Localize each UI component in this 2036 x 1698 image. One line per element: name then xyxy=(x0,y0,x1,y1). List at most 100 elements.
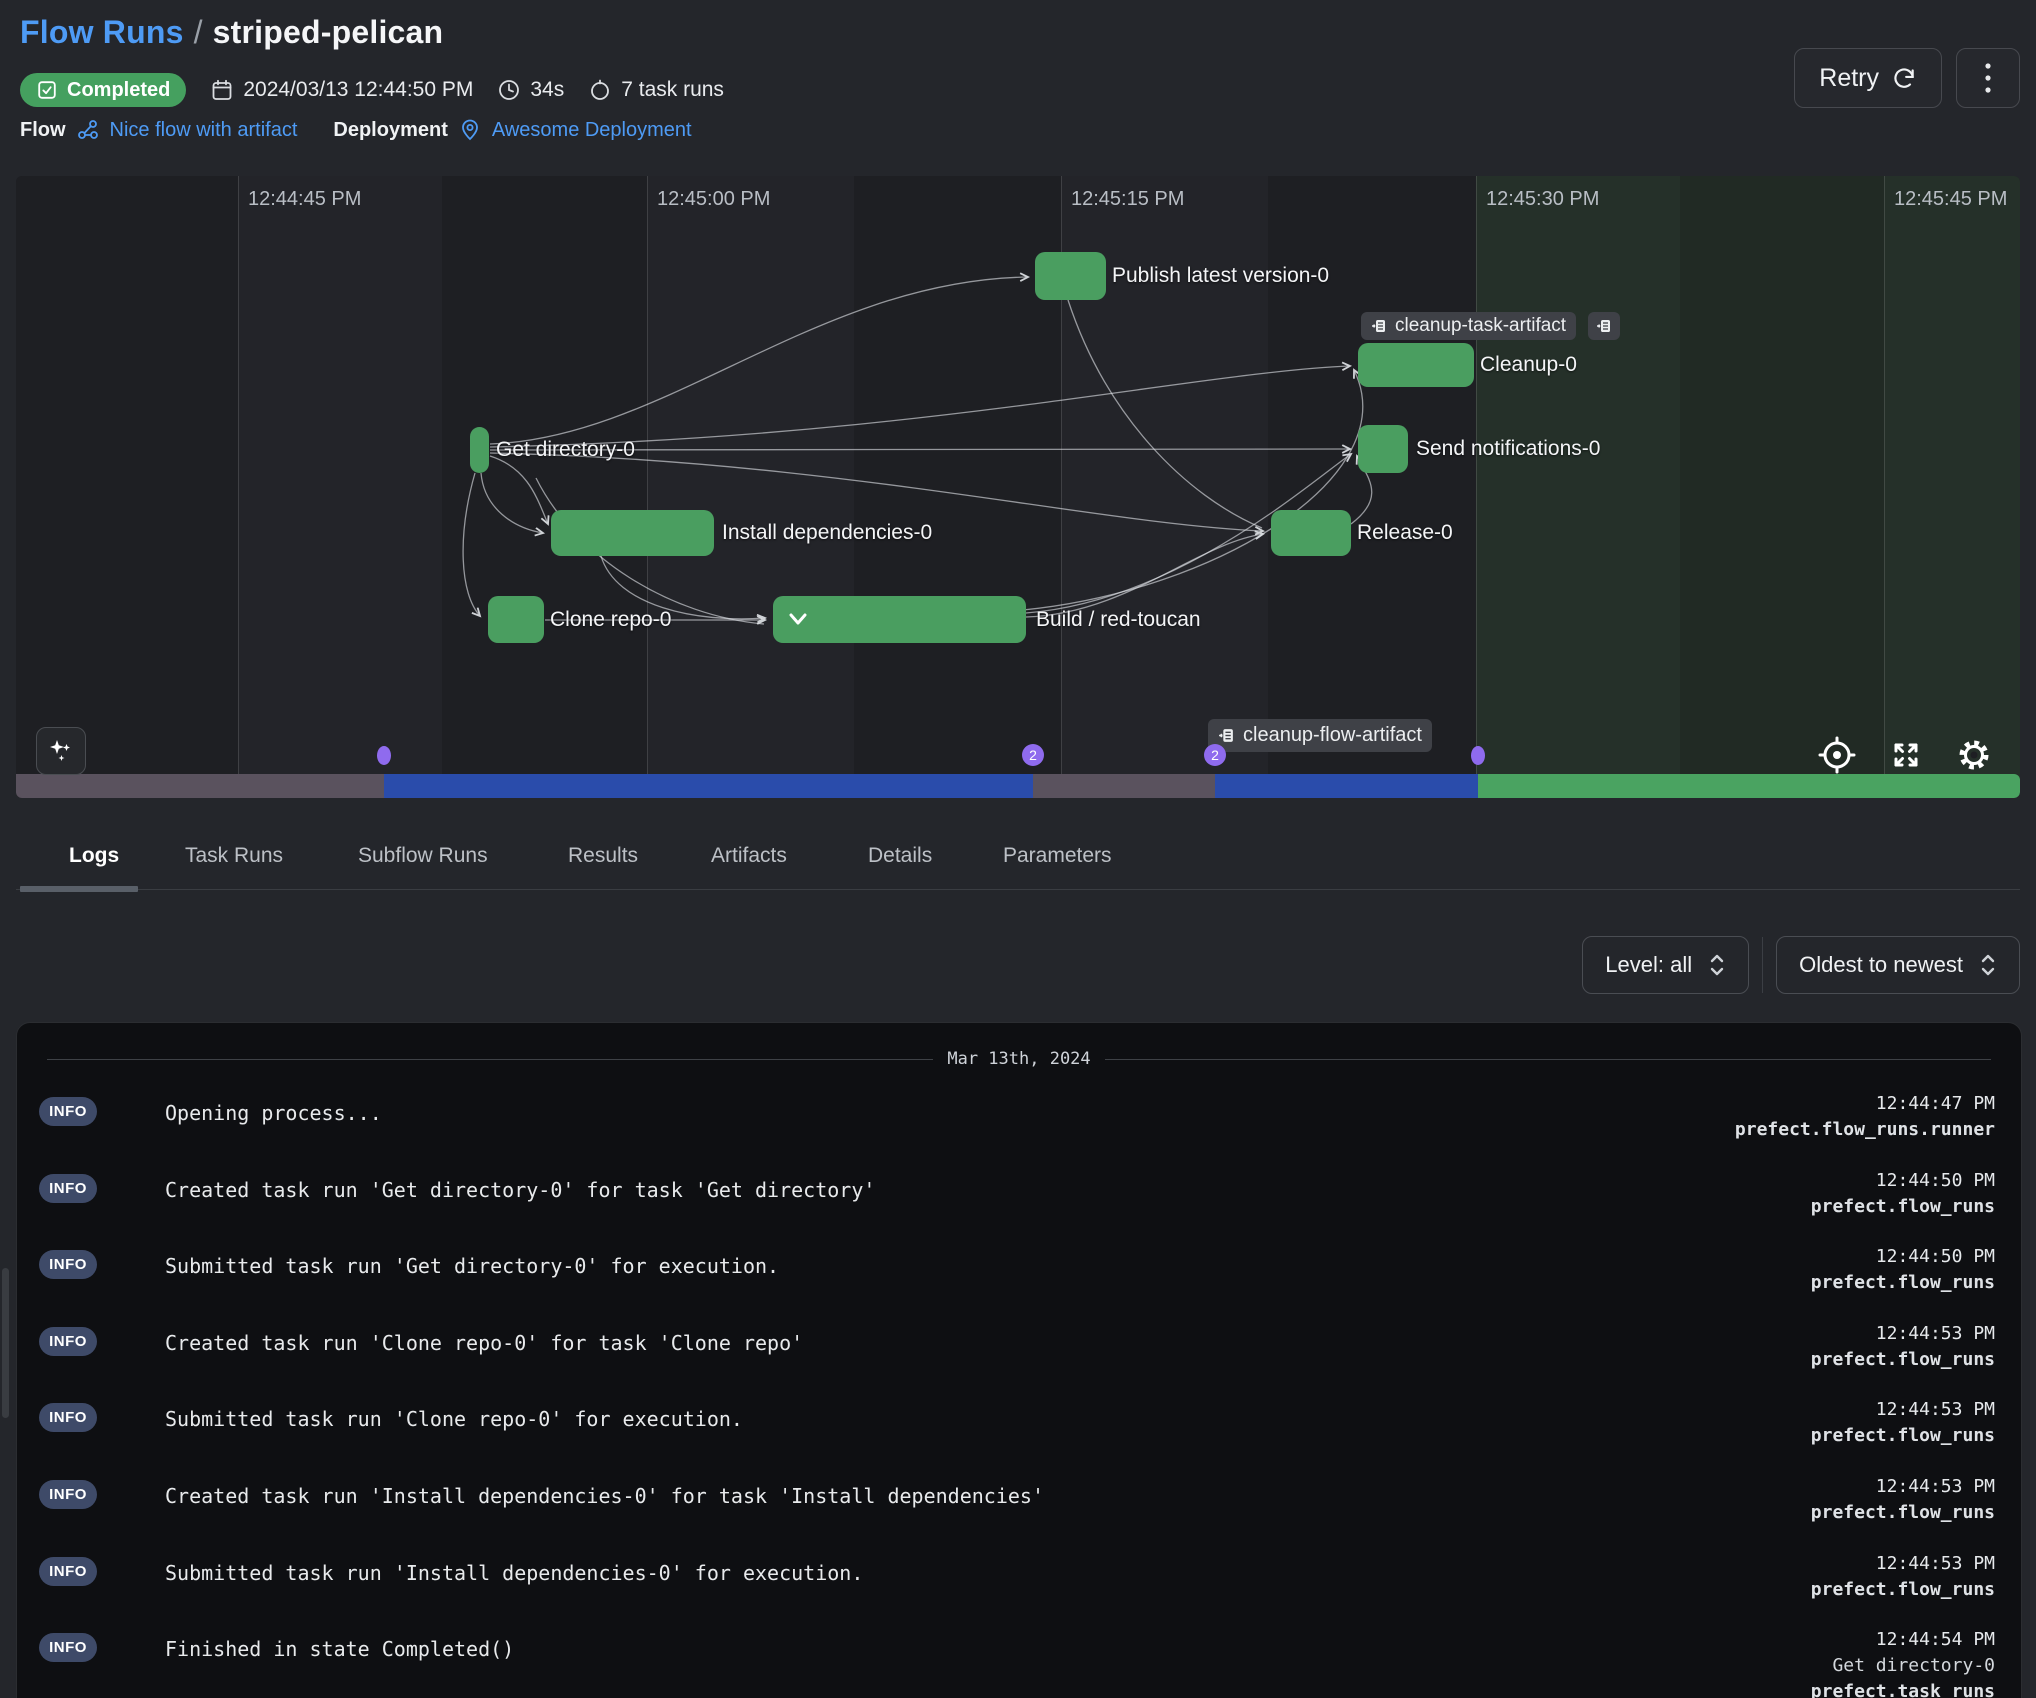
retry-label: Retry xyxy=(1819,64,1879,93)
clock-icon xyxy=(497,78,521,102)
log-message: Opening process... xyxy=(165,1101,382,1125)
tab-parameters[interactable]: Parameters xyxy=(1003,844,1112,868)
chevron-updown-icon xyxy=(1979,952,1997,978)
filters-divider xyxy=(1762,937,1763,993)
log-level-badge: INFO xyxy=(39,1633,97,1662)
log-time: 12:44:50 PM xyxy=(1876,1246,1995,1267)
log-message: Finished in state Completed() xyxy=(165,1637,514,1661)
breadcrumb-flow-runs-link[interactable]: Flow Runs xyxy=(20,14,184,50)
log-logger: prefect.flow_runs.runner xyxy=(1735,1119,1995,1140)
artifact-marker-dot[interactable] xyxy=(1471,746,1485,765)
log-message: Submitted task run 'Clone repo-0' for ex… xyxy=(165,1407,743,1431)
task-node-publish-latest-version[interactable] xyxy=(1035,252,1106,300)
status-label: Completed xyxy=(67,79,170,102)
log-message: Submitted task run 'Get directory-0' for… xyxy=(165,1254,779,1278)
tab-artifacts[interactable]: Artifacts xyxy=(711,844,787,868)
run-meta-row: Completed 2024/03/13 12:44:50 PM 34s xyxy=(20,72,724,108)
log-row: INFO Submitted task run 'Clone repo-0' f… xyxy=(17,1403,2021,1480)
log-logger: prefect.flow_runs xyxy=(1811,1425,1995,1446)
task-runs-icon xyxy=(588,78,612,102)
log-time: 12:44:53 PM xyxy=(1876,1476,1995,1497)
log-time: 12:44:50 PM xyxy=(1876,1170,1995,1191)
log-row: INFO Submitted task run 'Get directory-0… xyxy=(17,1250,2021,1327)
task-node-release[interactable] xyxy=(1271,510,1351,556)
tab-results[interactable]: Results xyxy=(568,844,638,868)
retry-button[interactable]: Retry xyxy=(1794,48,1942,108)
task-node-label: Release-0 xyxy=(1357,521,1453,545)
log-level-badge: INFO xyxy=(39,1480,97,1509)
page-scrollbar[interactable] xyxy=(2,1268,9,1418)
log-level-badge: INFO xyxy=(39,1097,97,1126)
log-row: INFO Created task run 'Clone repo-0' for… xyxy=(17,1327,2021,1404)
log-row: INFO Finished in state Completed() 12:44… xyxy=(17,1633,2021,1698)
timeline-scrubber[interactable] xyxy=(16,774,2020,798)
task-node-label: Cleanup-0 xyxy=(1480,353,1577,377)
fullscreen-icon[interactable] xyxy=(1884,733,1928,777)
log-row: INFO Created task run 'Install dependenc… xyxy=(17,1480,2021,1557)
log-time: 12:44:53 PM xyxy=(1876,1323,1995,1344)
flow-link[interactable]: Nice flow with artifact xyxy=(110,119,298,142)
more-actions-button[interactable] xyxy=(1956,48,2020,108)
deployment-link[interactable]: Awesome Deployment xyxy=(492,119,692,142)
task-node-send-notifications[interactable] xyxy=(1358,425,1408,473)
subflow-node-build[interactable] xyxy=(773,596,1026,643)
active-tab-underline xyxy=(20,886,138,892)
task-artifact-badge[interactable]: cleanup-task-artifact xyxy=(1361,312,1576,340)
log-time: 12:44:53 PM xyxy=(1876,1553,1995,1574)
tab-task-runs[interactable]: Task Runs xyxy=(185,844,283,868)
scrubber-segment xyxy=(16,774,384,798)
log-level-select[interactable]: Level: all xyxy=(1582,936,1749,994)
log-date-divider: Mar 13th, 2024 xyxy=(17,1049,2021,1069)
log-logger: prefect.flow_runs xyxy=(1811,1579,1995,1600)
deployment-pin-icon xyxy=(458,118,482,142)
task-node-get-directory[interactable] xyxy=(470,427,489,473)
tabs-divider xyxy=(16,889,2020,890)
dependency-edges xyxy=(16,176,2020,798)
graph-settings-gear-icon[interactable] xyxy=(1952,733,1996,777)
log-filters: Level: all Oldest to newest xyxy=(1582,936,2020,994)
log-time: 12:44:53 PM xyxy=(1876,1399,1995,1420)
kebab-menu-icon xyxy=(1984,61,1992,95)
logs-panel[interactable]: Mar 13th, 2024 INFO Opening process... 1… xyxy=(16,1022,2022,1698)
flow-label: Flow xyxy=(20,119,66,142)
log-level-badge: INFO xyxy=(39,1250,97,1279)
run-start-time: 2024/03/13 12:44:50 PM xyxy=(210,78,473,102)
sparkles-icon xyxy=(46,736,76,766)
log-time: 12:44:54 PM xyxy=(1876,1629,1995,1650)
artifact-marker-dot[interactable] xyxy=(377,746,391,765)
artifact-icon xyxy=(1596,318,1612,334)
task-node-label: Get directory-0 xyxy=(496,438,635,462)
task-node-label: Publish latest version-0 xyxy=(1112,264,1329,288)
run-duration: 34s xyxy=(497,78,564,102)
task-artifact-extra-badge[interactable] xyxy=(1588,312,1620,340)
scrubber-segment xyxy=(1478,774,2020,798)
log-row: INFO Opening process... 12:44:47 PM pref… xyxy=(17,1097,2021,1174)
scrubber-segment xyxy=(1033,774,1215,798)
task-node-install-dependencies[interactable] xyxy=(551,510,714,556)
status-badge: Completed xyxy=(20,73,186,107)
artifact-marker-count[interactable]: 2 xyxy=(1022,744,1044,766)
flow-deployment-row: Flow Nice flow with artifact Deployment … xyxy=(20,118,692,142)
run-detail-tabs: Logs Task Runs Subflow Runs Results Arti… xyxy=(16,840,2020,892)
log-message: Created task run 'Install dependencies-0… xyxy=(165,1484,1044,1508)
completed-check-icon xyxy=(36,79,58,101)
artifact-marker-count[interactable]: 2 xyxy=(1204,744,1226,766)
scrubber-segment xyxy=(384,774,1033,798)
tab-subflow-runs[interactable]: Subflow Runs xyxy=(358,844,488,868)
log-level-badge: INFO xyxy=(39,1557,97,1586)
recenter-target-icon[interactable] xyxy=(1815,733,1859,777)
tab-details[interactable]: Details xyxy=(868,844,932,868)
chevron-down-icon[interactable] xyxy=(785,608,811,635)
tab-logs[interactable]: Logs xyxy=(69,844,119,868)
task-node-clone-repo[interactable] xyxy=(488,596,544,643)
log-sort-select[interactable]: Oldest to newest xyxy=(1776,936,2020,994)
task-node-label: Install dependencies-0 xyxy=(722,521,932,545)
calendar-icon xyxy=(210,78,234,102)
log-row: INFO Created task run 'Get directory-0' … xyxy=(17,1174,2021,1251)
chevron-updown-icon xyxy=(1708,952,1726,978)
task-node-cleanup[interactable] xyxy=(1358,343,1474,387)
flow-artifact-badge[interactable]: cleanup-flow-artifact xyxy=(1208,719,1432,752)
graph-ai-button[interactable] xyxy=(36,727,86,775)
task-node-label: Clone repo-0 xyxy=(550,608,671,632)
flow-run-graph[interactable]: 12:44:45 PM 12:45:00 PM 12:45:15 PM 12:4… xyxy=(16,176,2020,798)
